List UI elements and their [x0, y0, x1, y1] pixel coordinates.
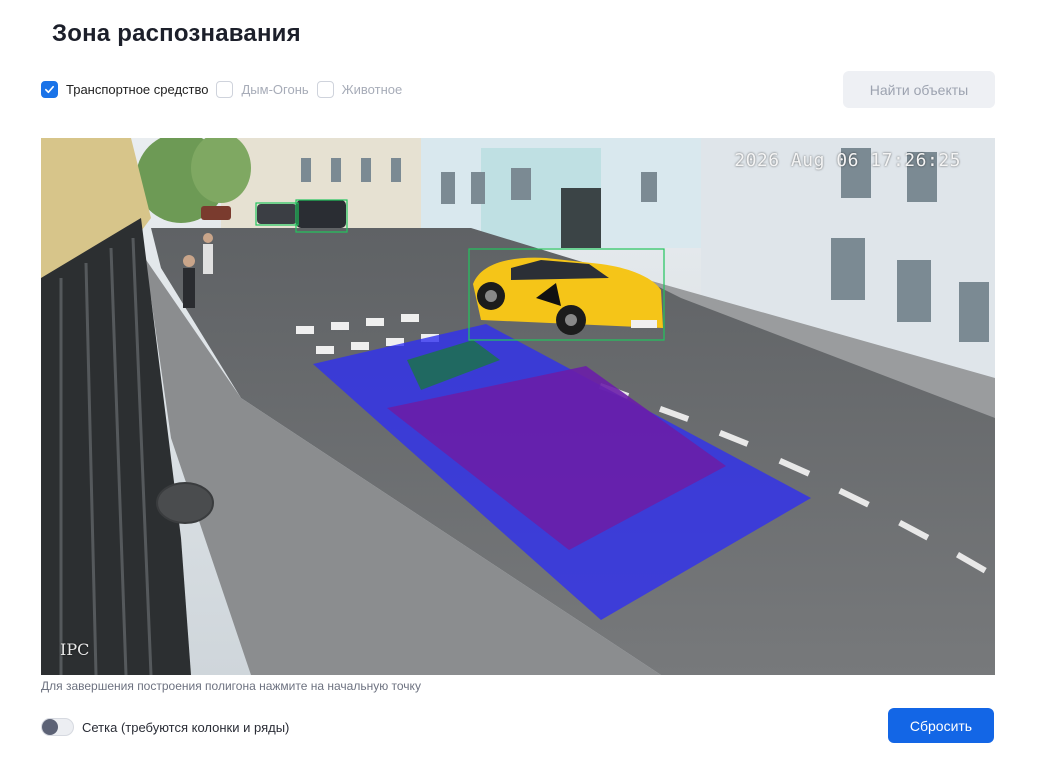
- page-title: Зона распознавания: [52, 20, 301, 47]
- polygon-hint: Для завершения построения полигона нажми…: [41, 679, 421, 693]
- grid-toggle-switch[interactable]: [41, 718, 74, 736]
- reset-button[interactable]: Сбросить: [888, 708, 994, 743]
- camera-timestamp: 2026 Aug 06 17:26:25: [734, 150, 961, 171]
- manhole: [156, 482, 214, 524]
- camera-frame[interactable]: 2026 Aug 06 17:26:25 IPC: [41, 138, 995, 675]
- grid-toggle-label: Сетка (требуются колонки и ряды): [82, 719, 290, 735]
- toggle-knob: [42, 719, 58, 735]
- checkbox-smoke-fire[interactable]: [216, 81, 234, 98]
- filter-animal[interactable]: Животное: [316, 81, 403, 98]
- filter-animal-label: Животное: [341, 82, 403, 97]
- object-type-filters: Транспортное средство Дым-Огонь Животное: [41, 80, 410, 99]
- camera-ipc-label: IPC: [60, 640, 90, 659]
- check-icon: [45, 85, 54, 94]
- filter-vehicle-label: Транспортное средство: [66, 82, 209, 97]
- checkbox-animal[interactable]: [316, 81, 334, 98]
- grid-toggle[interactable]: Сетка (требуются колонки и ряды): [41, 718, 289, 736]
- filter-smoke-fire-label: Дым-Огонь: [241, 82, 309, 97]
- filter-smoke-fire[interactable]: Дым-Огонь: [216, 81, 309, 98]
- filter-vehicle[interactable]: Транспортное средство: [41, 81, 208, 98]
- find-objects-button[interactable]: Найти объекты: [843, 71, 995, 108]
- camera-scene: [41, 138, 995, 675]
- checkbox-vehicle[interactable]: [41, 81, 58, 98]
